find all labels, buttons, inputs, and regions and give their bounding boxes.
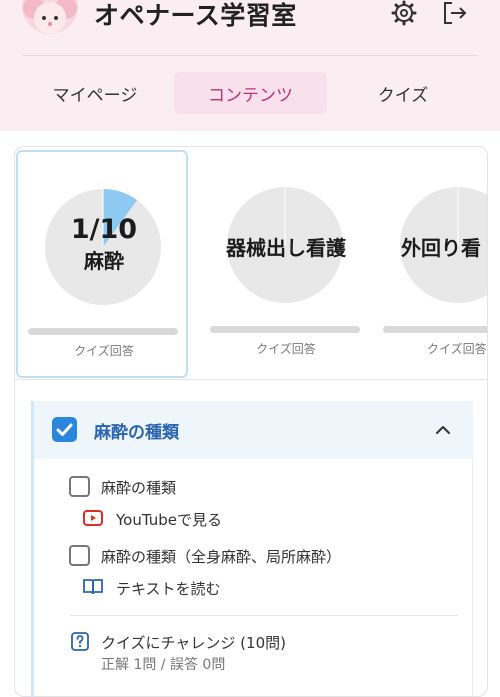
gear-icon bbox=[391, 0, 417, 26]
card-name: 麻酔 bbox=[84, 249, 124, 273]
read-text-link[interactable]: テキストを読む bbox=[116, 578, 221, 599]
book-icon bbox=[83, 579, 103, 595]
quiz-score: 正解 1問 / 誤答 0問 bbox=[101, 657, 226, 673]
card-caption: クイズ回答 bbox=[74, 344, 134, 358]
logout-button[interactable] bbox=[440, 0, 470, 28]
card-progress-bar bbox=[28, 328, 178, 335]
tab-mypage[interactable]: マイページ bbox=[20, 72, 170, 114]
item-checkbox[interactable] bbox=[69, 545, 90, 566]
item-checkbox[interactable] bbox=[69, 476, 90, 497]
settings-button[interactable] bbox=[389, 0, 419, 28]
quiz-challenge-link[interactable]: クイズにチャレンジ (10問) bbox=[101, 632, 286, 653]
card-fraction: 1/10 bbox=[70, 214, 138, 245]
header-divider bbox=[22, 55, 478, 56]
quiz-card-instrument-nursing[interactable]: 器械出し看護 クイズ回答 bbox=[200, 150, 372, 378]
section-title: 麻酔の種類 bbox=[94, 423, 179, 443]
quiz-divider bbox=[70, 615, 458, 616]
tab-contents[interactable]: コンテンツ bbox=[174, 72, 327, 114]
card-progress-bar bbox=[383, 326, 487, 333]
question-icon bbox=[71, 632, 89, 651]
card-caption: クイズ回答 bbox=[427, 342, 487, 356]
section-header[interactable]: 麻酔の種類 bbox=[34, 401, 473, 459]
quiz-card-circulating-nursing[interactable]: 外回り看 クイズ回答 bbox=[373, 150, 487, 378]
logout-icon bbox=[444, 2, 467, 24]
youtube-link[interactable]: YouTubeで見る bbox=[116, 509, 222, 530]
tab-quiz[interactable]: クイズ bbox=[330, 72, 476, 114]
section-checkbox[interactable] bbox=[52, 417, 77, 442]
card-progress-bar bbox=[210, 326, 360, 333]
youtube-icon bbox=[83, 510, 103, 526]
item-label: 麻酔の種類（全身麻酔、局所麻酔） bbox=[101, 548, 342, 566]
section-anesthesia-types: 麻酔の種類 麻酔の種類 YouTubeで見る 麻酔の種類（全身麻酔、局所麻酔） … bbox=[31, 401, 473, 696]
card-name: 器械出し看護 bbox=[226, 236, 346, 260]
content-panel: 1/10 麻酔 クイズ回答 器械出し看護 クイズ回答 外回り看 クイズ回答 麻酔… bbox=[14, 146, 488, 697]
card-name: 外回り看 bbox=[401, 236, 481, 260]
check-icon bbox=[56, 423, 73, 436]
app-title: オペナース学習室 bbox=[94, 1, 297, 30]
card-caption: クイズ回答 bbox=[256, 342, 316, 356]
quiz-card-anesthesia[interactable]: 1/10 麻酔 クイズ回答 bbox=[16, 150, 188, 378]
cards-divider bbox=[15, 379, 487, 380]
chevron-up-icon[interactable] bbox=[432, 419, 454, 441]
item-label: 麻酔の種類 bbox=[101, 479, 177, 497]
